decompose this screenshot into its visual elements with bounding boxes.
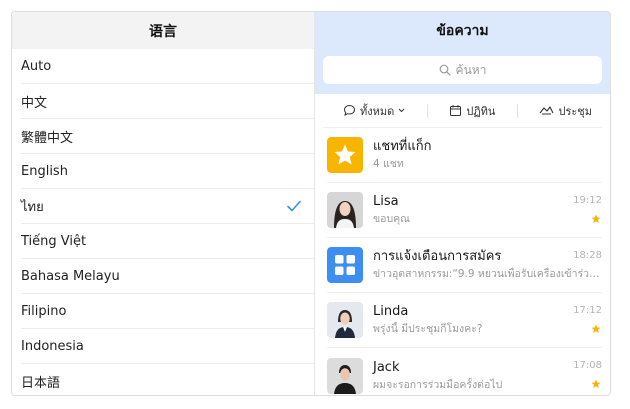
language-item[interactable]: English [21,154,314,189]
conversation-name: Lisa [373,194,399,209]
chevron-down-icon [398,108,405,113]
language-item-label: 中文 [21,95,48,111]
search-placeholder: ค้นหา [455,62,487,77]
messages-panel-title: ข้อความ [315,12,610,49]
language-item[interactable]: Filipino [21,294,314,329]
search-icon [439,64,451,76]
conversation-time: 17:08 [573,360,602,371]
conversation-preview: ข่าวอุตสาหกรรม:“9.9 หยวนเพื่อรับเครื่องเ… [373,268,601,280]
language-item[interactable]: Bahasa Melayu [21,259,314,294]
conversation-time: 19:12 [573,195,602,206]
conversation-item-lisa[interactable]: Lisa ขอบคุณ 19:12 [327,183,602,238]
app-window: 语言 Auto 中文 繁體中文 English ไทย Tiếng Việt B… [11,11,611,396]
language-panel: 语言 Auto 中文 繁體中文 English ไทย Tiếng Việt B… [12,12,315,395]
meeting-icon [540,106,554,115]
toolbar-divider [426,103,428,118]
conversation-preview: 4 แชท [373,158,404,170]
language-item-label: Bahasa Melayu [21,268,120,284]
conversation-item-jack[interactable]: Jack ผมจะรอการร่วมมือครั้งต่อไป 17:08 [327,348,602,395]
conversation-item-registration-notification[interactable]: การแจ้งเตือนการสมัคร ข่าวอุตสาหกรรม:“9.9… [327,238,602,293]
conversation-preview: ขอบคุณ [373,213,410,225]
language-item[interactable]: Tiếng Việt [21,224,314,259]
conversation-name: Linda [373,304,409,319]
calendar-button[interactable]: ปฏิทิน [449,102,495,120]
toolbar-divider [516,103,518,118]
filter-all-button[interactable]: ทั้งหมด [343,102,405,120]
language-item-label: English [21,163,68,179]
conversation-name: การแจ้งเตือนการสมัคร [373,249,502,264]
language-item-label: Auto [21,58,52,74]
language-panel-title: 语言 [12,12,314,49]
conversation-name: Jack [373,359,400,375]
meeting-label: ประชุม [558,104,592,118]
star-icon [591,214,601,223]
language-item-label: Indonesia [21,338,84,354]
search-bar: ค้นหา [315,49,610,94]
language-item[interactable]: Auto [21,49,314,84]
language-item-label: ไทย [21,199,44,215]
conversation-time: 18:28 [573,250,602,261]
avatar [327,192,363,228]
star-icon [591,379,601,388]
star-icon [591,324,601,333]
photo-woman-short-hair [327,302,363,338]
language-item-label: 日本語 [21,376,61,391]
avatar [327,247,363,283]
language-item[interactable]: Indonesia [21,329,314,364]
language-item[interactable]: 日本語 [21,364,314,395]
conversation-time: 17:12 [573,305,602,316]
language-item[interactable]: 繁體中文 [21,119,314,154]
avatar [327,137,363,173]
conversation-preview: ผมจะรอการร่วมมือครั้งต่อไป [373,378,503,391]
star-icon [327,137,363,173]
language-item-label: 繁體中文 [21,130,74,146]
photo-woman-long-hair [327,192,363,228]
filter-all-label: ทั้งหมด [360,104,395,118]
conversation-name: แชทที่แก็ก [373,139,432,154]
conversation-list: แชทที่แก็ก 4 แชท Lisa ขอบคุณ 19:12 การแจ… [315,128,610,395]
checkmark-icon [287,200,301,212]
avatar [327,302,363,338]
conversation-item-starred-chats[interactable]: แชทที่แก็ก 4 แชท [327,128,602,183]
calendar-icon [450,105,462,116]
search-input[interactable]: ค้นหา [323,56,602,84]
language-item-label: Filipino [21,303,67,319]
calendar-label: ปฏิทิน [466,104,496,118]
language-item[interactable]: ไทย [21,189,314,224]
photo-man [327,357,363,394]
conversation-preview: พรุ่งนี้ มีประชุมกี่โมงคะ? [373,323,483,335]
messages-toolbar: ทั้งหมด ปฏิทิน ประชุม [323,94,602,128]
avatar [327,357,363,394]
grid-apps-icon [327,247,363,283]
conversation-item-linda[interactable]: Linda พรุ่งนี้ มีประชุมกี่โมงคะ? 17:12 [327,293,602,348]
meeting-button[interactable]: ประชุม [539,102,592,120]
language-list: Auto 中文 繁體中文 English ไทย Tiếng Việt Baha… [12,49,314,395]
chat-bubble-icon [343,104,356,116]
language-item[interactable]: 中文 [21,84,314,119]
messages-panel: ข้อความ ค้นหา ทั้งหมด ปฏิทิน ประชุม แชทท… [315,12,610,395]
language-item-label: Tiếng Việt [21,233,87,249]
